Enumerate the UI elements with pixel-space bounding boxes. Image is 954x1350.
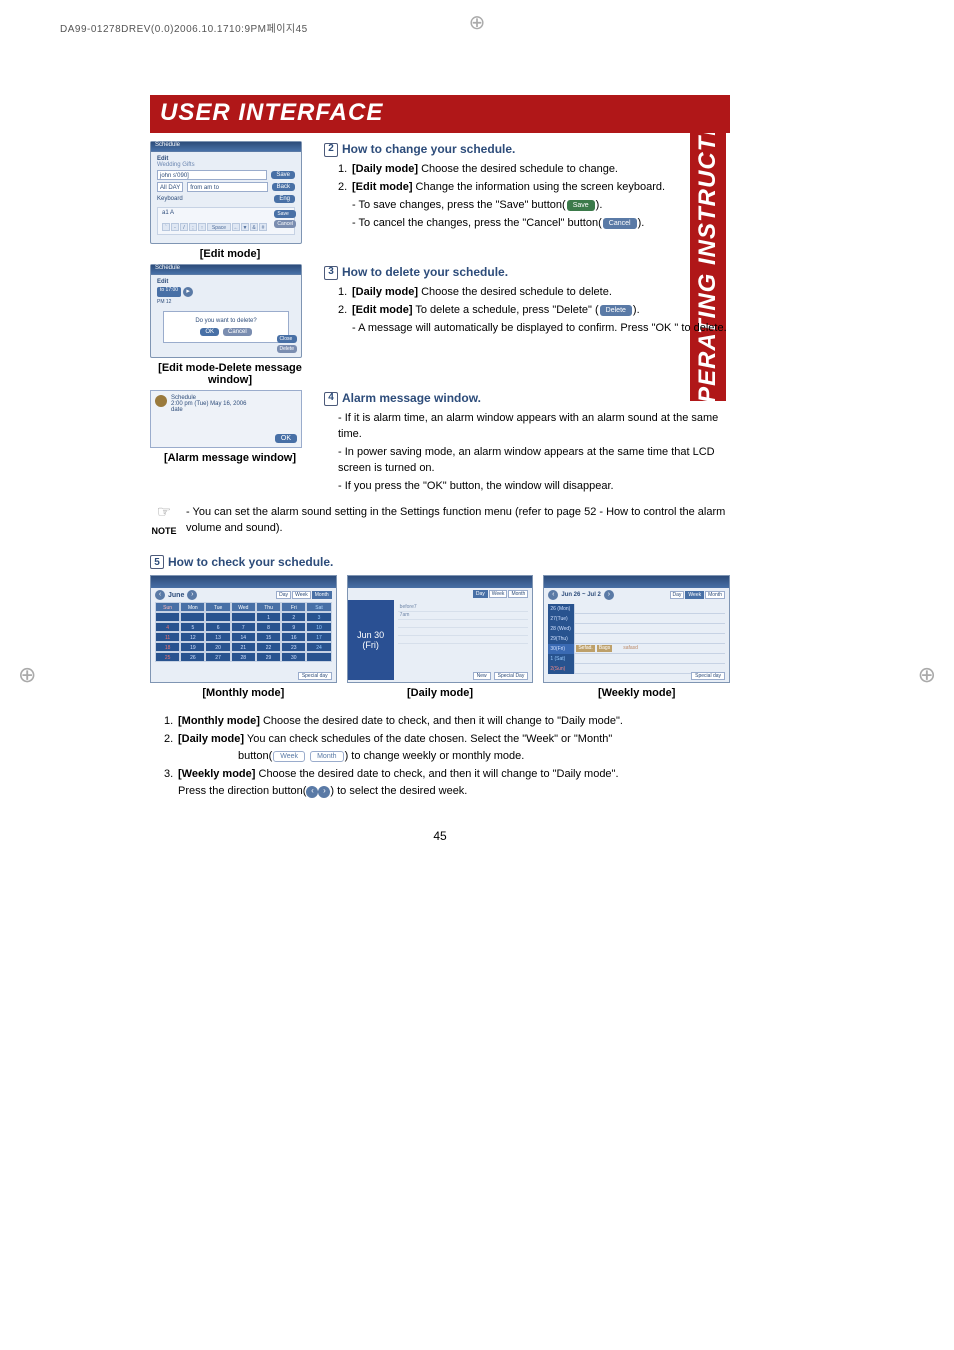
save-side[interactable]: Save xyxy=(274,210,296,218)
crop-mark-left: ⊕ xyxy=(18,662,36,688)
next-month[interactable]: › xyxy=(187,590,197,600)
note-block: ☞ NOTE - You can set the alarm sound set… xyxy=(150,505,730,539)
mode-week[interactable]: Week xyxy=(292,591,311,599)
crop-mark-right: ⊕ xyxy=(918,662,936,688)
kbd-key[interactable]: & xyxy=(250,223,258,231)
step-4-icon: 4 xyxy=(324,392,338,406)
fig-caption-alarm: [Alarm message window] xyxy=(150,452,310,464)
month-button-inline[interactable]: Month xyxy=(310,751,343,762)
print-header: DA99-01278DREV(0.0)2006.10.1710:9PM페이지45 xyxy=(60,20,308,35)
new-button[interactable]: New xyxy=(473,672,491,680)
special-day-button[interactable]: Special day xyxy=(691,672,725,680)
clock-icon xyxy=(155,395,167,407)
close-side[interactable]: Close xyxy=(277,335,297,343)
mode-week[interactable]: Week xyxy=(489,590,508,598)
step-3-icon: 3 xyxy=(324,266,338,280)
mode-day[interactable]: Day xyxy=(276,591,291,599)
fig-delete-mode: Edit to 17:00▸ PM 12 Do you want to dele… xyxy=(150,264,302,358)
caption-monthly: [Monthly mode] xyxy=(150,687,337,699)
step-5-icon: 5 xyxy=(150,555,164,569)
caption-weekly: [Weekly mode] xyxy=(543,687,730,699)
delete-button-inline[interactable]: Delete xyxy=(600,305,632,316)
special-day-button[interactable]: Special Day xyxy=(494,672,529,680)
week-button-inline[interactable]: Week xyxy=(273,751,305,762)
kbd-key[interactable]: / xyxy=(180,223,188,231)
back-button[interactable]: Back xyxy=(272,183,295,191)
dir-right-icon[interactable]: › xyxy=(318,786,330,798)
fig-caption-delete: [Edit mode-Delete message window] xyxy=(150,362,310,386)
kbd-key[interactable]: Space xyxy=(207,223,231,231)
hand-icon: ☞ xyxy=(150,505,178,521)
prev-month[interactable]: ‹ xyxy=(155,590,165,600)
mode-month[interactable]: Month xyxy=(312,591,332,599)
kbd-key[interactable]: # xyxy=(259,223,267,231)
dir-left-icon[interactable]: ‹ xyxy=(306,786,318,798)
kbd-key[interactable]: - xyxy=(171,223,179,231)
fig-weekly: ‹Jun 26 ~ Jul 2› DayWeekMonth 26 (Mon) 2… xyxy=(543,575,730,683)
step-2-icon: 2 xyxy=(324,143,338,157)
alarm-ok-button[interactable]: OK xyxy=(275,434,297,443)
resave-button[interactable]: Save xyxy=(271,171,295,179)
fig-monthly: ‹June› DayWeekMonth SunMonTueWedThuFriSa… xyxy=(150,575,337,683)
kbd-key[interactable]: ▼ xyxy=(241,223,249,231)
fig-caption-edit: [Edit mode] xyxy=(150,248,310,260)
fig-alarm: Schedule2:00 pm (Tue) May 16, 2006date O… xyxy=(150,390,302,448)
cancel-side[interactable]: Cancel xyxy=(274,220,296,228)
fig-daily: DayWeekMonth Jun 30(Fri) before7 7am New… xyxy=(347,575,534,683)
mode-month[interactable]: Month xyxy=(508,590,528,598)
next-week[interactable]: › xyxy=(604,590,614,600)
kbd-key[interactable]: ↑ xyxy=(198,223,206,231)
special-day-button[interactable]: Special day xyxy=(298,672,332,680)
kbd-lang[interactable]: Eng xyxy=(274,195,295,203)
kbd-key[interactable]: ; xyxy=(189,223,197,231)
kbd-key[interactable]: ` xyxy=(162,223,170,231)
save-button-inline[interactable]: Save xyxy=(567,200,595,211)
delete-side[interactable]: Delete xyxy=(277,345,297,353)
mode-week[interactable]: Week xyxy=(685,591,704,599)
caption-daily: [Daily mode] xyxy=(347,687,534,699)
fig-edit-mode: Edit Wedding Gifts john s'090]Save All D… xyxy=(150,141,302,244)
prev-week[interactable]: ‹ xyxy=(548,590,558,600)
cancel-button-inline[interactable]: Cancel xyxy=(603,218,637,229)
confirm-cancel[interactable]: Cancel xyxy=(223,328,252,336)
mode-day[interactable]: Day xyxy=(670,591,685,599)
page-number: 45 xyxy=(150,829,730,843)
confirm-ok[interactable]: OK xyxy=(200,328,219,336)
page-content: USER INTERFACE Edit Wedding Gifts john s… xyxy=(150,95,730,843)
mode-month[interactable]: Month xyxy=(705,591,725,599)
mode-day[interactable]: Day xyxy=(473,590,488,598)
page-title: USER INTERFACE xyxy=(150,95,730,133)
kbd-key[interactable]: ← xyxy=(232,223,240,231)
crop-mark-top: ⊕ xyxy=(469,10,486,35)
